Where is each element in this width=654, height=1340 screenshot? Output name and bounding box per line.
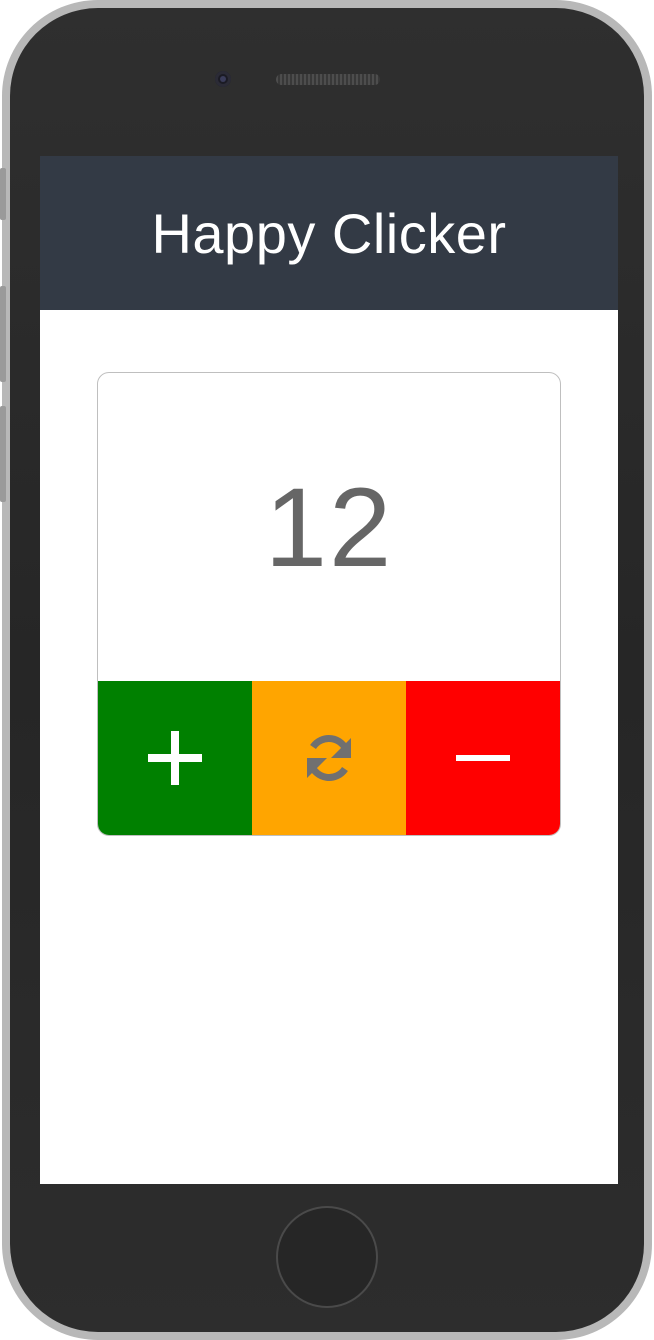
counter-display: 12 [98, 373, 560, 681]
volume-up-button [0, 286, 6, 382]
phone-screen: Happy Clicker 12 [40, 156, 618, 1184]
increment-button[interactable] [98, 681, 252, 835]
mute-switch [0, 168, 6, 220]
app-title: Happy Clicker [151, 201, 507, 265]
home-button[interactable] [278, 1208, 376, 1306]
front-camera [215, 71, 231, 87]
reset-button[interactable] [252, 681, 406, 835]
earpiece-speaker [276, 74, 380, 85]
counter-controls [98, 681, 560, 835]
refresh-icon [307, 735, 351, 781]
counter-value: 12 [264, 464, 394, 590]
counter-card: 12 [97, 372, 561, 836]
plus-icon [148, 731, 202, 785]
app-header: Happy Clicker [40, 156, 618, 310]
minus-icon [456, 755, 510, 761]
decrement-button[interactable] [406, 681, 560, 835]
volume-down-button [0, 406, 6, 502]
